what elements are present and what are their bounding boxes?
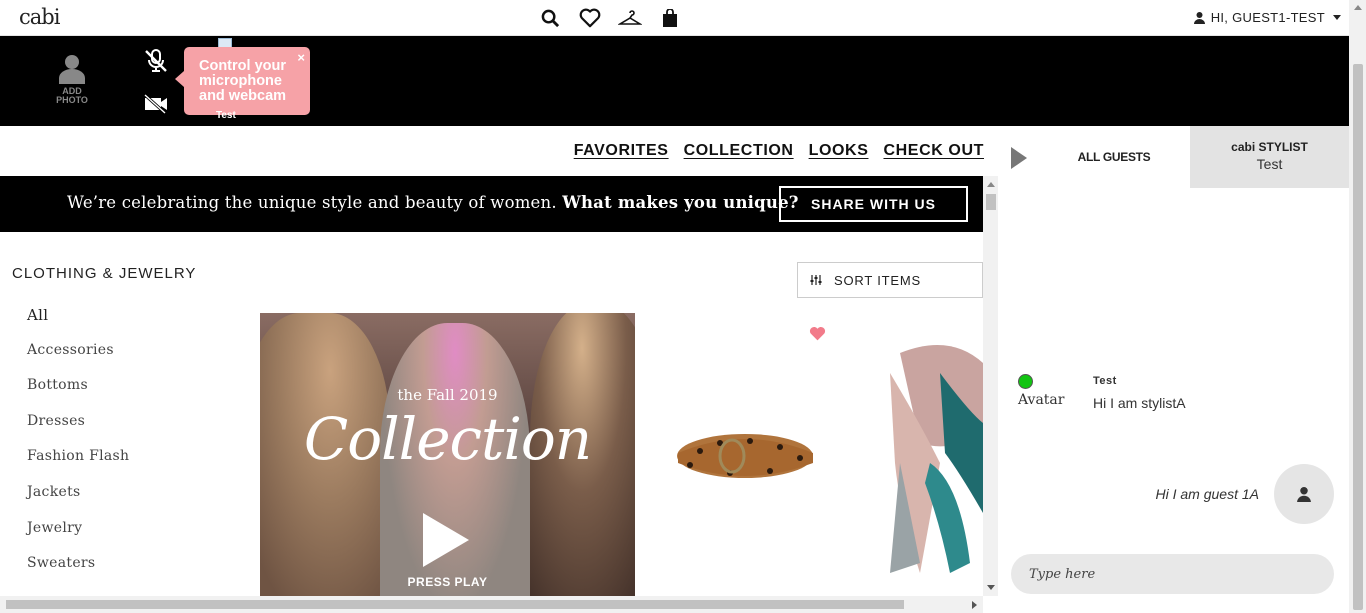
tooltip-close-icon[interactable]: × xyxy=(297,50,305,65)
avatar-alt-text: Avatar xyxy=(1018,392,1065,408)
tooltip-text: Control your microphone and webcam xyxy=(199,58,287,104)
sort-items-button[interactable]: SORT ITEMS xyxy=(797,262,983,298)
video-bar: ADD PHOTO Control your microphone and we… xyxy=(0,36,1349,126)
category-jackets[interactable]: Jackets xyxy=(27,484,129,520)
heart-icon[interactable] xyxy=(578,7,602,29)
chevron-down-icon xyxy=(1333,15,1341,20)
cabi-logo[interactable]: cabi xyxy=(19,5,60,29)
banner-message: We’re celebrating the unique style and b… xyxy=(67,193,557,212)
category-fashion-flash[interactable]: Fashion Flash xyxy=(27,448,129,484)
scroll-down-arrow-icon[interactable] xyxy=(987,585,995,590)
product-belt-image[interactable] xyxy=(660,313,830,596)
person-placeholder-icon xyxy=(59,55,85,84)
online-status-indicator xyxy=(1018,374,1033,389)
nav-looks-link[interactable]: LOOKS xyxy=(809,142,869,160)
scroll-thumb[interactable] xyxy=(986,194,996,210)
user-icon xyxy=(1193,11,1205,24)
content-vertical-scrollbar[interactable] xyxy=(983,176,998,596)
media-controls-tooltip: Control your microphone and webcam × xyxy=(175,47,310,115)
tab-stylist-title: cabi STYLIST xyxy=(1231,140,1308,154)
hero-title: Collection xyxy=(303,405,592,473)
collapse-chat-arrow-icon[interactable] xyxy=(1011,147,1027,169)
nav-links: FAVORITES COLLECTION LOOKS CHECK OUT xyxy=(574,142,984,160)
category-dresses[interactable]: Dresses xyxy=(27,413,129,449)
tab-cabi-stylist[interactable]: cabi STYLIST Test xyxy=(1190,126,1349,188)
collection-video-tile[interactable]: the Fall 2019 Collection PRESS PLAY xyxy=(260,313,635,596)
category-list: All Accessories Bottoms Dresses Fashion … xyxy=(27,306,129,591)
favorite-heart-icon[interactable] xyxy=(809,326,826,346)
section-title: CLOTHING & JEWELRY xyxy=(12,265,197,282)
guest-avatar xyxy=(1274,464,1334,524)
microphone-muted-icon[interactable] xyxy=(143,48,169,79)
category-accessories[interactable]: Accessories xyxy=(27,342,129,378)
webcam-off-icon[interactable] xyxy=(143,93,169,119)
horizontal-scroll-thumb[interactable] xyxy=(6,600,904,609)
message-sender-name: Test xyxy=(1093,375,1117,387)
stylist-message: Hi I am stylistA xyxy=(1093,395,1186,411)
user-icon xyxy=(1297,486,1311,502)
nav-checkout-link[interactable]: CHECK OUT xyxy=(883,142,984,160)
tab-all-guests[interactable]: ALL GUESTS xyxy=(1038,126,1190,188)
nav-favorites-link[interactable]: FAVORITES xyxy=(574,142,669,160)
chat-panel: ALL GUESTS cabi STYLIST Test Avatar Test… xyxy=(998,126,1349,613)
content-horizontal-scrollbar[interactable] xyxy=(0,596,983,613)
banner-text: We’re celebrating the unique style and b… xyxy=(67,193,799,212)
sliders-icon xyxy=(810,275,822,285)
chat-message-input[interactable] xyxy=(1011,554,1334,594)
page-nav: FAVORITES COLLECTION LOOKS CHECK OUT xyxy=(0,126,998,176)
promo-banner: We’re celebrating the unique style and b… xyxy=(0,176,983,232)
hero-subtitle: the Fall 2019 xyxy=(397,386,498,404)
share-with-us-button[interactable]: SHARE WITH US xyxy=(779,186,968,222)
page-scroll-thumb[interactable] xyxy=(1353,64,1363,610)
top-header: cabi HI, GUEST1-TEST xyxy=(0,0,1349,36)
tab-stylist-name: Test xyxy=(1256,156,1283,172)
category-jewelry[interactable]: Jewelry xyxy=(27,520,129,556)
category-all[interactable]: All xyxy=(27,306,129,342)
page-scroll-up-icon[interactable] xyxy=(1354,5,1362,10)
user-greeting: HI, GUEST1-TEST xyxy=(1210,10,1325,25)
scroll-up-arrow-icon[interactable] xyxy=(987,182,995,187)
chat-tabs: ALL GUESTS cabi STYLIST Test xyxy=(998,126,1349,188)
sort-items-label: SORT ITEMS xyxy=(834,272,921,288)
scroll-right-arrow-icon[interactable] xyxy=(972,601,977,609)
header-icons xyxy=(538,7,682,29)
category-sweaters[interactable]: Sweaters xyxy=(27,555,129,591)
play-icon[interactable] xyxy=(423,513,469,567)
nav-collection-link[interactable]: COLLECTION xyxy=(684,142,794,160)
category-bottoms[interactable]: Bottoms xyxy=(27,377,129,413)
guest-message: Hi I am guest 1A xyxy=(1155,486,1260,502)
page-scrollbar[interactable] xyxy=(1349,0,1366,613)
add-photo-button[interactable]: ADD PHOTO xyxy=(48,54,96,105)
user-menu[interactable]: HI, GUEST1-TEST xyxy=(1193,10,1341,25)
shopping-bag-icon[interactable] xyxy=(658,7,682,29)
banner-question: What makes you unique? xyxy=(562,193,799,212)
hanger-icon[interactable] xyxy=(618,7,642,29)
participant-name: Test xyxy=(216,110,236,121)
search-icon[interactable] xyxy=(538,7,562,29)
product-scarf-image[interactable] xyxy=(860,313,983,596)
add-photo-label-2: PHOTO xyxy=(56,95,88,105)
press-play-label: PRESS PLAY xyxy=(407,575,488,589)
